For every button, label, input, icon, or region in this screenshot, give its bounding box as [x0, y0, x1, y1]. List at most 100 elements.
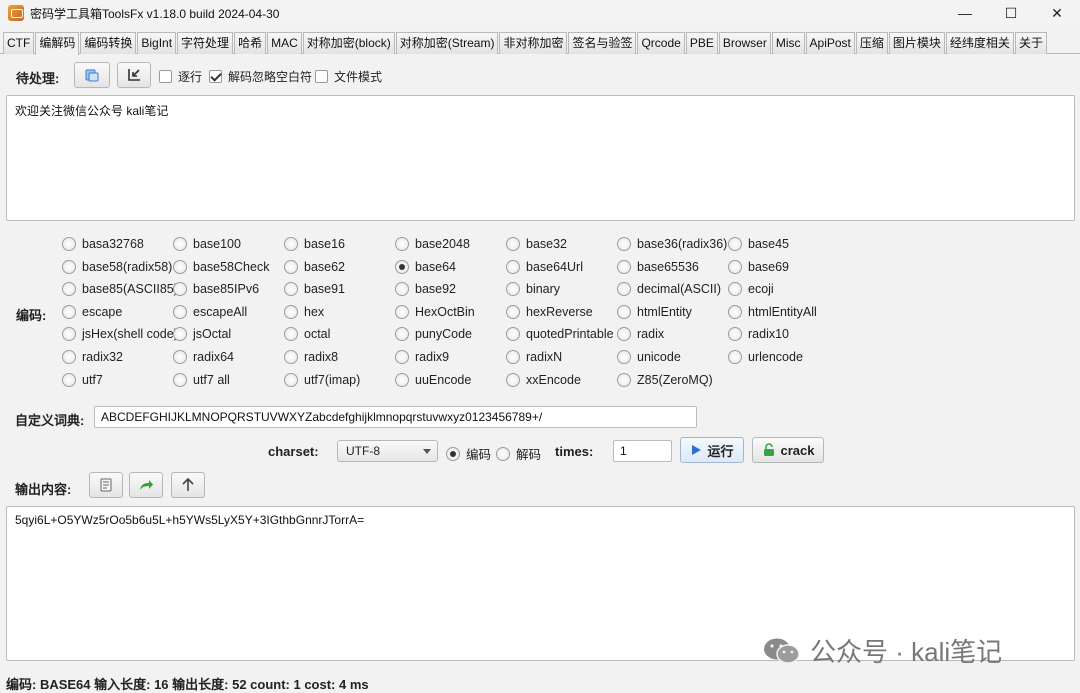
- encoding-radio[interactable]: base92: [395, 282, 456, 296]
- radio-dot[interactable]: [284, 305, 298, 319]
- encoding-radio[interactable]: radix8: [284, 350, 338, 364]
- tab-item[interactable]: 编码转换: [80, 32, 137, 54]
- encoding-radio[interactable]: radix9: [395, 350, 449, 364]
- run-button[interactable]: 运行: [680, 437, 744, 463]
- tab-item[interactable]: 图片模块: [888, 32, 945, 54]
- encoding-radio[interactable]: base91: [284, 282, 345, 296]
- encoding-radio[interactable]: base16: [284, 237, 345, 251]
- radio-dot[interactable]: [62, 350, 76, 364]
- input-textarea[interactable]: 欢迎关注微信公众号 kali笔记: [6, 95, 1075, 221]
- radio-dot[interactable]: [496, 446, 510, 461]
- encoding-radio[interactable]: utf7 all: [173, 373, 230, 387]
- radio-dot[interactable]: [62, 282, 76, 296]
- radio-dot[interactable]: [617, 373, 631, 387]
- radio-dot[interactable]: [728, 260, 742, 274]
- encoding-radio[interactable]: HexOctBin: [395, 305, 475, 319]
- encoding-radio[interactable]: radix64: [173, 350, 234, 364]
- radio-dot[interactable]: [62, 327, 76, 341]
- radio-dot[interactable]: [446, 446, 460, 461]
- tab-item[interactable]: 对称加密(block): [302, 32, 395, 54]
- radio-dot[interactable]: [617, 237, 631, 251]
- encoding-radio[interactable]: unicode: [617, 350, 681, 364]
- encoding-radio[interactable]: base85(ASCII85): [62, 282, 178, 296]
- ignore-whitespace-checkbox[interactable]: 解码忽略空白符: [209, 68, 312, 85]
- radio-dot[interactable]: [173, 373, 187, 387]
- encoding-radio[interactable]: base69: [728, 260, 789, 274]
- encoding-radio[interactable]: radix32: [62, 350, 123, 364]
- encoding-radio[interactable]: base64: [395, 260, 456, 274]
- radio-dot[interactable]: [728, 237, 742, 251]
- encoding-radio[interactable]: htmlEntityAll: [728, 305, 817, 319]
- encoding-radio[interactable]: htmlEntity: [617, 305, 692, 319]
- tab-item[interactable]: 压缩: [855, 32, 888, 54]
- tab-item[interactable]: Misc: [771, 32, 805, 54]
- encoding-radio[interactable]: binary: [506, 282, 560, 296]
- tab-item[interactable]: PBE: [685, 32, 718, 54]
- encoding-radio[interactable]: jsHex(shell code): [62, 327, 178, 341]
- decode-radio[interactable]: 解码: [496, 444, 541, 463]
- encoding-radio[interactable]: ecoji: [728, 282, 774, 296]
- radio-dot[interactable]: [617, 282, 631, 296]
- minimize-button[interactable]: —: [942, 0, 988, 26]
- copy-output-button[interactable]: [89, 472, 123, 498]
- file-mode-checkbox[interactable]: 文件模式: [315, 68, 382, 85]
- radio-dot[interactable]: [506, 373, 520, 387]
- radio-dot[interactable]: [728, 350, 742, 364]
- radio-dot[interactable]: [284, 260, 298, 274]
- checkbox-box[interactable]: [315, 70, 328, 83]
- tab-item[interactable]: CTF: [3, 32, 35, 54]
- tab-item[interactable]: MAC: [267, 32, 302, 54]
- radio-dot[interactable]: [62, 373, 76, 387]
- radio-dot[interactable]: [173, 237, 187, 251]
- radio-dot[interactable]: [506, 282, 520, 296]
- radio-dot[interactable]: [617, 260, 631, 274]
- radio-dot[interactable]: [506, 305, 520, 319]
- radio-dot[interactable]: [395, 327, 409, 341]
- tab-item[interactable]: 非对称加密: [499, 32, 568, 54]
- checkbox-box[interactable]: [209, 70, 222, 83]
- encoding-radio[interactable]: base65536: [617, 260, 699, 274]
- radio-dot[interactable]: [395, 350, 409, 364]
- crack-button[interactable]: crack: [752, 437, 824, 463]
- encoding-radio[interactable]: utf7(imap): [284, 373, 360, 387]
- radio-dot[interactable]: [506, 260, 520, 274]
- encoding-radio[interactable]: uuEncode: [395, 373, 471, 387]
- radio-dot[interactable]: [617, 305, 631, 319]
- encoding-radio[interactable]: hexReverse: [506, 305, 593, 319]
- radio-dot[interactable]: [395, 237, 409, 251]
- tab-item[interactable]: Browser: [718, 32, 771, 54]
- tab-item[interactable]: 字符处理: [177, 32, 234, 54]
- tab-item[interactable]: 编解码: [35, 32, 80, 55]
- encoding-radio[interactable]: utf7: [62, 373, 103, 387]
- radio-dot[interactable]: [728, 282, 742, 296]
- radio-dot[interactable]: [284, 237, 298, 251]
- radio-dot[interactable]: [617, 327, 631, 341]
- encoding-radio[interactable]: radix: [617, 327, 664, 341]
- radio-dot[interactable]: [728, 327, 742, 341]
- encoding-radio[interactable]: quotedPrintable: [506, 327, 614, 341]
- radio-dot[interactable]: [173, 350, 187, 364]
- radio-dot[interactable]: [62, 305, 76, 319]
- encoding-radio[interactable]: urlencode: [728, 350, 803, 364]
- encoding-radio[interactable]: punyCode: [395, 327, 472, 341]
- tab-item[interactable]: BigInt: [137, 32, 177, 54]
- encoding-radio[interactable]: radixN: [506, 350, 562, 364]
- radio-dot[interactable]: [395, 373, 409, 387]
- radio-dot[interactable]: [173, 305, 187, 319]
- radio-dot[interactable]: [173, 327, 187, 341]
- encoding-radio[interactable]: base100: [173, 237, 241, 251]
- radio-dot[interactable]: [173, 260, 187, 274]
- radio-dot[interactable]: [284, 373, 298, 387]
- radio-dot[interactable]: [62, 237, 76, 251]
- encoding-radio[interactable]: decimal(ASCII): [617, 282, 721, 296]
- encoding-radio[interactable]: radix10: [728, 327, 789, 341]
- encoding-radio[interactable]: escapeAll: [173, 305, 247, 319]
- encoding-radio[interactable]: base85IPv6: [173, 282, 259, 296]
- tab-item[interactable]: 关于: [1014, 32, 1047, 54]
- tab-item[interactable]: 经纬度相关: [945, 32, 1014, 54]
- move-up-button[interactable]: [171, 472, 205, 498]
- encoding-radio[interactable]: base2048: [395, 237, 470, 251]
- radio-dot[interactable]: [62, 260, 76, 274]
- radio-dot[interactable]: [284, 282, 298, 296]
- radio-dot[interactable]: [506, 237, 520, 251]
